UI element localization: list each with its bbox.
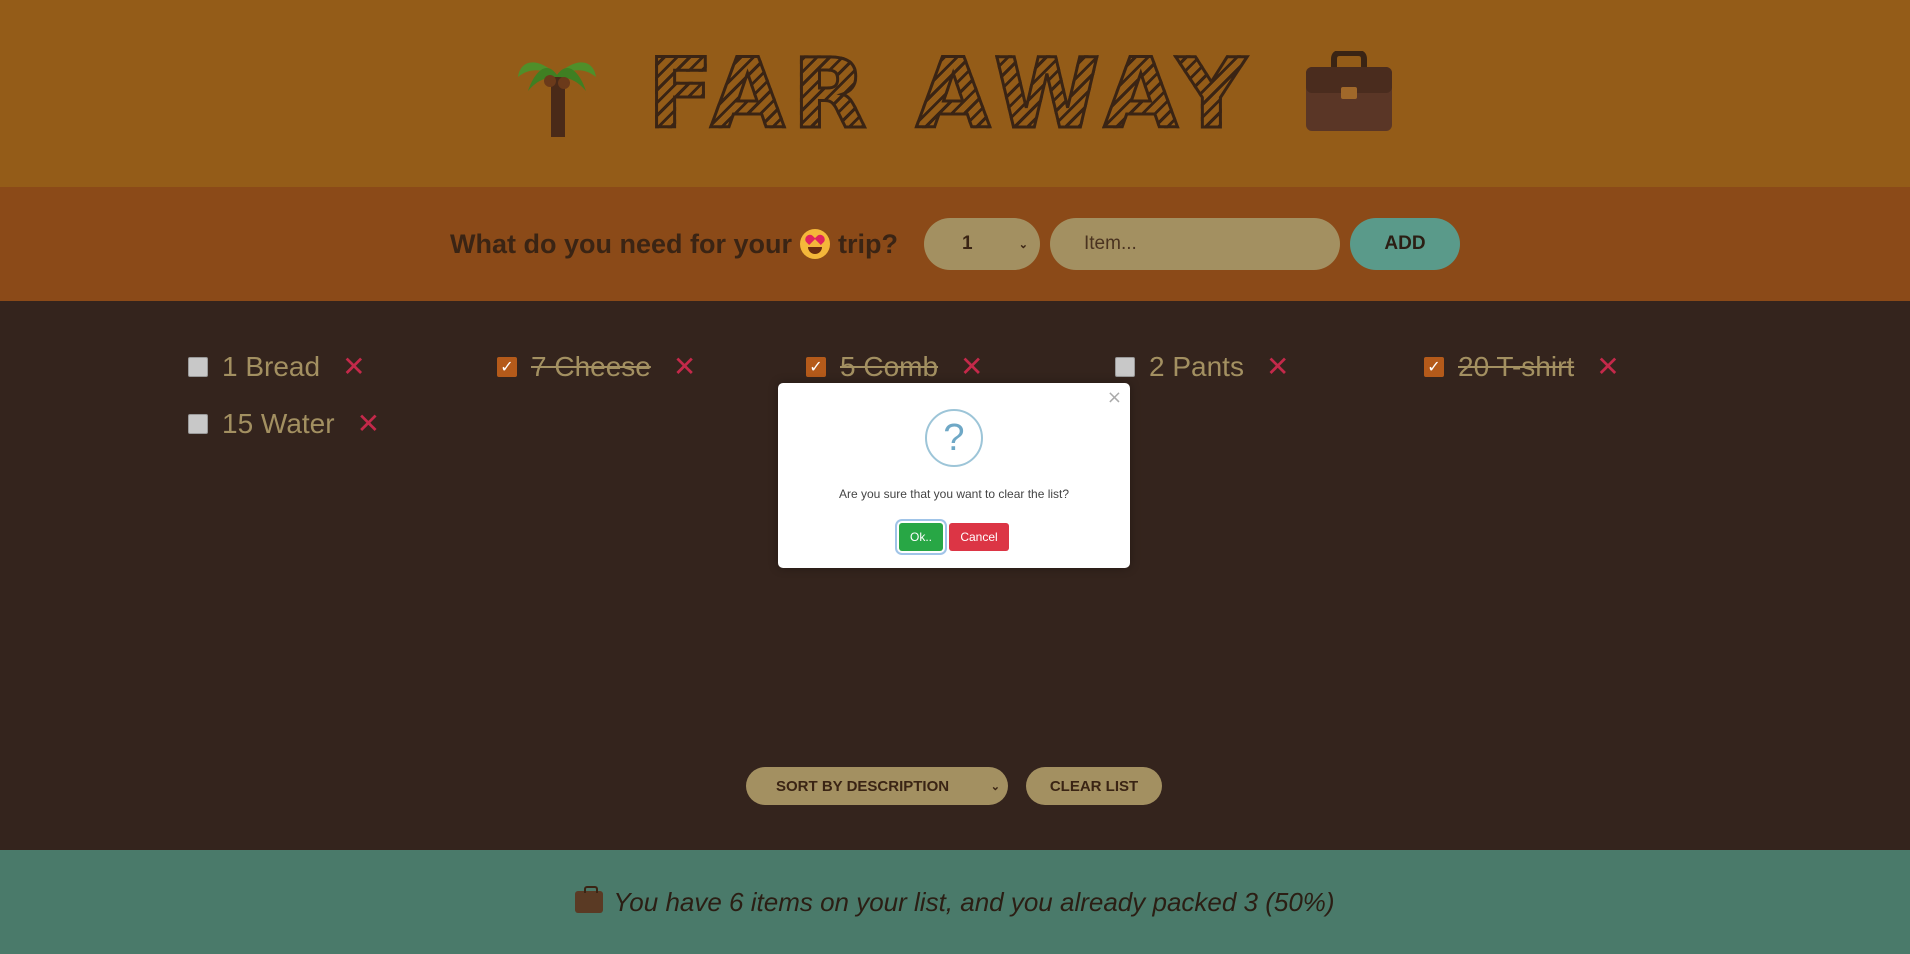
clear-list-button[interactable]: CLEAR LIST (1026, 767, 1162, 805)
delete-icon[interactable]: ✕ (1266, 353, 1289, 381)
packed-checkbox[interactable] (1115, 357, 1135, 377)
list-item: 2 Pants ✕ (1115, 345, 1289, 389)
app-title: FAR AWAY (646, 37, 1255, 150)
dialog-message: Are you sure that you want to clear the … (838, 487, 1070, 501)
delete-icon[interactable]: ✕ (960, 353, 983, 381)
sort-value: SORT BY DESCRIPTION (776, 777, 950, 795)
quantity-value: 1 (962, 233, 973, 254)
app-header: FAR AWAY (0, 0, 1910, 187)
heart-eyes-emoji-icon (800, 229, 830, 259)
add-item-form: What do you need for your trip? 1 ⌄ ADD (0, 187, 1910, 301)
item-label: 7 Cheese (531, 351, 651, 382)
delete-icon[interactable]: ✕ (1596, 353, 1619, 381)
list-item: 1 Bread ✕ (188, 345, 366, 389)
stats-text: You have 6 items on your list, and you a… (613, 886, 1335, 917)
form-question-suffix: trip? (838, 228, 898, 259)
chevron-down-icon: ⌄ (1018, 238, 1028, 251)
form-question-prefix: What do you need for your (450, 228, 792, 259)
question-icon: ? (925, 409, 983, 467)
ok-button[interactable]: Ok.. (899, 523, 943, 551)
list-item: 15 Water ✕ (188, 402, 380, 446)
packed-checkbox[interactable] (188, 357, 208, 377)
packed-checkbox[interactable] (806, 357, 826, 377)
delete-icon[interactable]: ✕ (342, 353, 365, 381)
palm-tree-icon (516, 47, 598, 141)
packed-checkbox[interactable] (188, 414, 208, 434)
confirm-dialog: × ? Are you sure that you want to clear … (778, 383, 1130, 568)
item-label: 2 Pants (1149, 351, 1244, 382)
stats-footer: You have 6 items on your list, and you a… (0, 850, 1910, 954)
list-item: 20 T-shirt ✕ (1424, 345, 1620, 389)
sort-select[interactable]: SORT BY DESCRIPTION ⌄ (746, 767, 1008, 805)
item-label: 20 T-shirt (1458, 351, 1575, 382)
cancel-button[interactable]: Cancel (949, 523, 1009, 551)
close-icon[interactable]: × (1107, 389, 1122, 407)
quantity-select[interactable]: 1 ⌄ (924, 218, 1040, 270)
delete-icon[interactable]: ✕ (357, 410, 380, 438)
item-input[interactable] (1050, 218, 1340, 270)
item-label: 5 Comb (840, 351, 939, 382)
item-label: 15 Water (222, 408, 335, 439)
delete-icon[interactable]: ✕ (673, 353, 696, 381)
packed-checkbox[interactable] (497, 357, 517, 377)
form-question: What do you need for your trip? (450, 229, 898, 260)
suitcase-icon (575, 886, 604, 913)
dialog-buttons: Ok.. Cancel (778, 523, 1130, 551)
add-button[interactable]: ADD (1350, 218, 1460, 270)
item-label: 1 Bread (222, 351, 321, 382)
chevron-down-icon: ⌄ (990, 780, 1000, 793)
packed-checkbox[interactable] (1424, 357, 1444, 377)
list-item: 7 Cheese ✕ (497, 345, 696, 389)
suitcase-icon (1304, 49, 1394, 137)
